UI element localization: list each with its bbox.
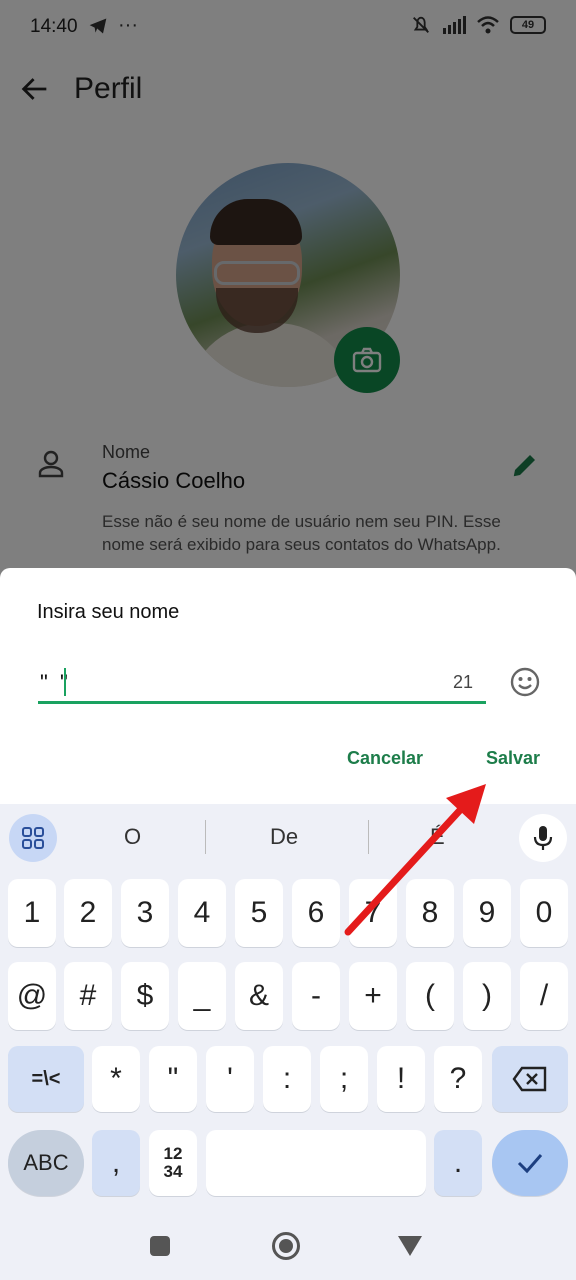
edit-name-dialog: Insira seu nome 21 Cancelar Salvar bbox=[0, 568, 576, 804]
comma-key[interactable]: , bbox=[92, 1130, 140, 1196]
key-colon[interactable]: : bbox=[263, 1046, 311, 1112]
key-single-quote[interactable]: ' bbox=[206, 1046, 254, 1112]
key-4[interactable]: 4 bbox=[178, 879, 226, 947]
key-more-symbols[interactable]: =\< bbox=[8, 1046, 84, 1112]
suggestion-1[interactable]: O bbox=[124, 824, 141, 850]
recents-icon[interactable] bbox=[150, 1236, 170, 1256]
suggestion-bar: O De É bbox=[0, 804, 576, 870]
emoji-icon[interactable] bbox=[509, 666, 541, 698]
key-double-quote[interactable]: " bbox=[149, 1046, 197, 1112]
key-asterisk[interactable]: * bbox=[92, 1046, 140, 1112]
suggestion-2[interactable]: De bbox=[270, 824, 298, 850]
char-counter: 21 bbox=[453, 672, 474, 692]
key-at[interactable]: @ bbox=[8, 962, 56, 1030]
backspace-icon bbox=[512, 1066, 547, 1092]
space-key[interactable] bbox=[206, 1130, 426, 1196]
checkmark-icon bbox=[517, 1154, 543, 1174]
key-minus[interactable]: - bbox=[292, 962, 340, 1030]
grid-icon bbox=[22, 827, 44, 849]
cancel-button[interactable]: Cancelar bbox=[347, 748, 423, 769]
backspace-key[interactable] bbox=[492, 1046, 568, 1112]
key-plus[interactable]: + bbox=[349, 962, 397, 1030]
period-key[interactable]: . bbox=[434, 1130, 482, 1196]
nav-back-icon[interactable] bbox=[398, 1236, 422, 1256]
key-8[interactable]: 8 bbox=[406, 879, 454, 947]
key-dollar[interactable]: $ bbox=[121, 962, 169, 1030]
voice-input-button[interactable] bbox=[519, 814, 567, 862]
microphone-icon bbox=[533, 826, 553, 850]
key-1[interactable]: 1 bbox=[8, 879, 56, 947]
key-exclamation[interactable]: ! bbox=[377, 1046, 425, 1112]
key-close-paren[interactable]: ) bbox=[463, 962, 511, 1030]
key-9[interactable]: 9 bbox=[463, 879, 511, 947]
key-6[interactable]: 6 bbox=[292, 879, 340, 947]
key-open-paren[interactable]: ( bbox=[406, 962, 454, 1030]
key-7[interactable]: 7 bbox=[349, 879, 397, 947]
key-question[interactable]: ? bbox=[434, 1046, 482, 1112]
key-0[interactable]: 0 bbox=[520, 879, 568, 947]
dialog-title: Insira seu nome bbox=[37, 601, 180, 623]
key-3[interactable]: 3 bbox=[121, 879, 169, 947]
numpad-key[interactable]: 12 34 bbox=[149, 1130, 197, 1196]
suggestion-3[interactable]: É bbox=[430, 824, 445, 850]
key-ampersand[interactable]: & bbox=[235, 962, 283, 1030]
abc-key[interactable]: ABC bbox=[8, 1130, 84, 1196]
key-slash[interactable]: / bbox=[520, 962, 568, 1030]
key-hash[interactable]: # bbox=[64, 962, 112, 1030]
home-icon[interactable] bbox=[272, 1232, 300, 1260]
key-underscore[interactable]: _ bbox=[178, 962, 226, 1030]
save-button[interactable]: Salvar bbox=[486, 748, 540, 769]
name-input[interactable] bbox=[38, 664, 486, 704]
keyboard-menu-button[interactable] bbox=[9, 814, 57, 862]
key-5[interactable]: 5 bbox=[235, 879, 283, 947]
done-key[interactable] bbox=[492, 1130, 568, 1196]
text-cursor bbox=[64, 668, 66, 696]
system-nav-bar bbox=[0, 1212, 576, 1280]
on-screen-keyboard: O De É 1 2 3 4 5 6 7 8 9 0 @ # $ _ & - +… bbox=[0, 804, 576, 1212]
key-semicolon[interactable]: ; bbox=[320, 1046, 368, 1112]
key-2[interactable]: 2 bbox=[64, 879, 112, 947]
